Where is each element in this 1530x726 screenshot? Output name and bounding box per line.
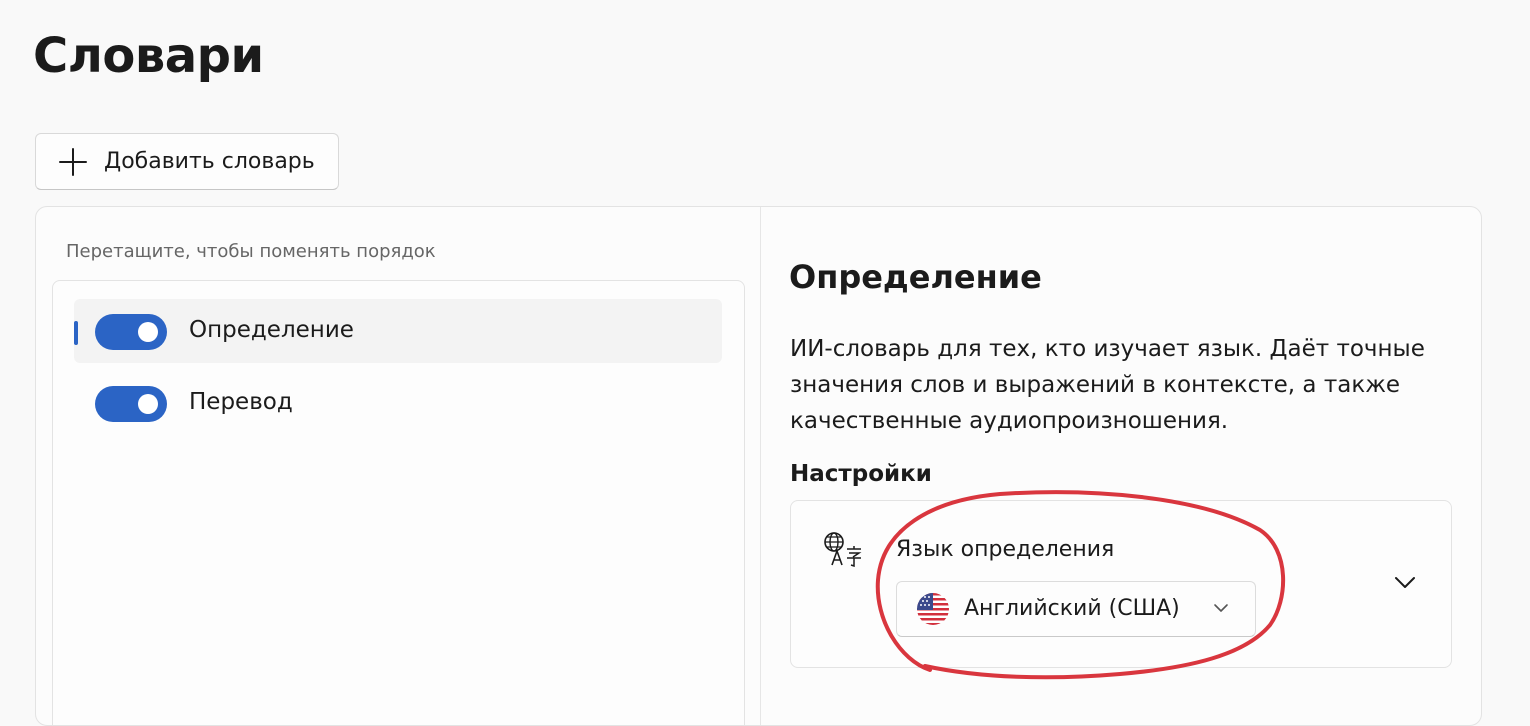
detail-title: Определение — [789, 258, 1042, 296]
toggle-knob — [138, 394, 158, 414]
chevron-down-icon — [1214, 604, 1228, 612]
list-item-label: Перевод — [189, 389, 293, 415]
dictionary-list: Определение Перевод — [52, 280, 745, 725]
list-item-definition[interactable]: Определение — [74, 299, 722, 363]
plus-icon — [59, 147, 87, 176]
selection-indicator — [74, 321, 78, 345]
selected-language: Английский (США) — [964, 596, 1180, 621]
language-select[interactable]: Английский (США) — [896, 581, 1256, 637]
dictionaries-panel: Перетащите, чтобы поменять порядок Опред… — [35, 206, 1482, 726]
add-dictionary-label: Добавить словарь — [104, 149, 315, 174]
reorder-hint: Перетащите, чтобы поменять порядок — [66, 241, 436, 262]
definition-language-label: Язык определения — [896, 537, 1115, 562]
expand-chevron-icon[interactable] — [1394, 575, 1416, 591]
definition-language-setting[interactable]: Язык определения Английский (США) — [790, 500, 1452, 668]
translation-toggle[interactable] — [95, 386, 167, 422]
settings-heading: Настройки — [790, 461, 932, 487]
toggle-knob — [138, 322, 158, 342]
list-item-label: Определение — [189, 317, 354, 343]
add-dictionary-button[interactable]: Добавить словарь — [35, 133, 339, 190]
page-title: Словари — [33, 28, 264, 84]
dictionary-list-pane: Перетащите, чтобы поменять порядок Опред… — [36, 207, 761, 725]
us-flag-icon — [917, 593, 949, 625]
list-item-translation[interactable]: Перевод — [74, 371, 722, 435]
detail-description: ИИ-словарь для тех, кто изучает язык. Да… — [790, 336, 1425, 434]
definition-toggle[interactable] — [95, 314, 167, 350]
dictionary-detail-pane: Определение ИИ-словарь для тех, кто изуч… — [761, 207, 1481, 725]
language-icon — [824, 532, 862, 567]
